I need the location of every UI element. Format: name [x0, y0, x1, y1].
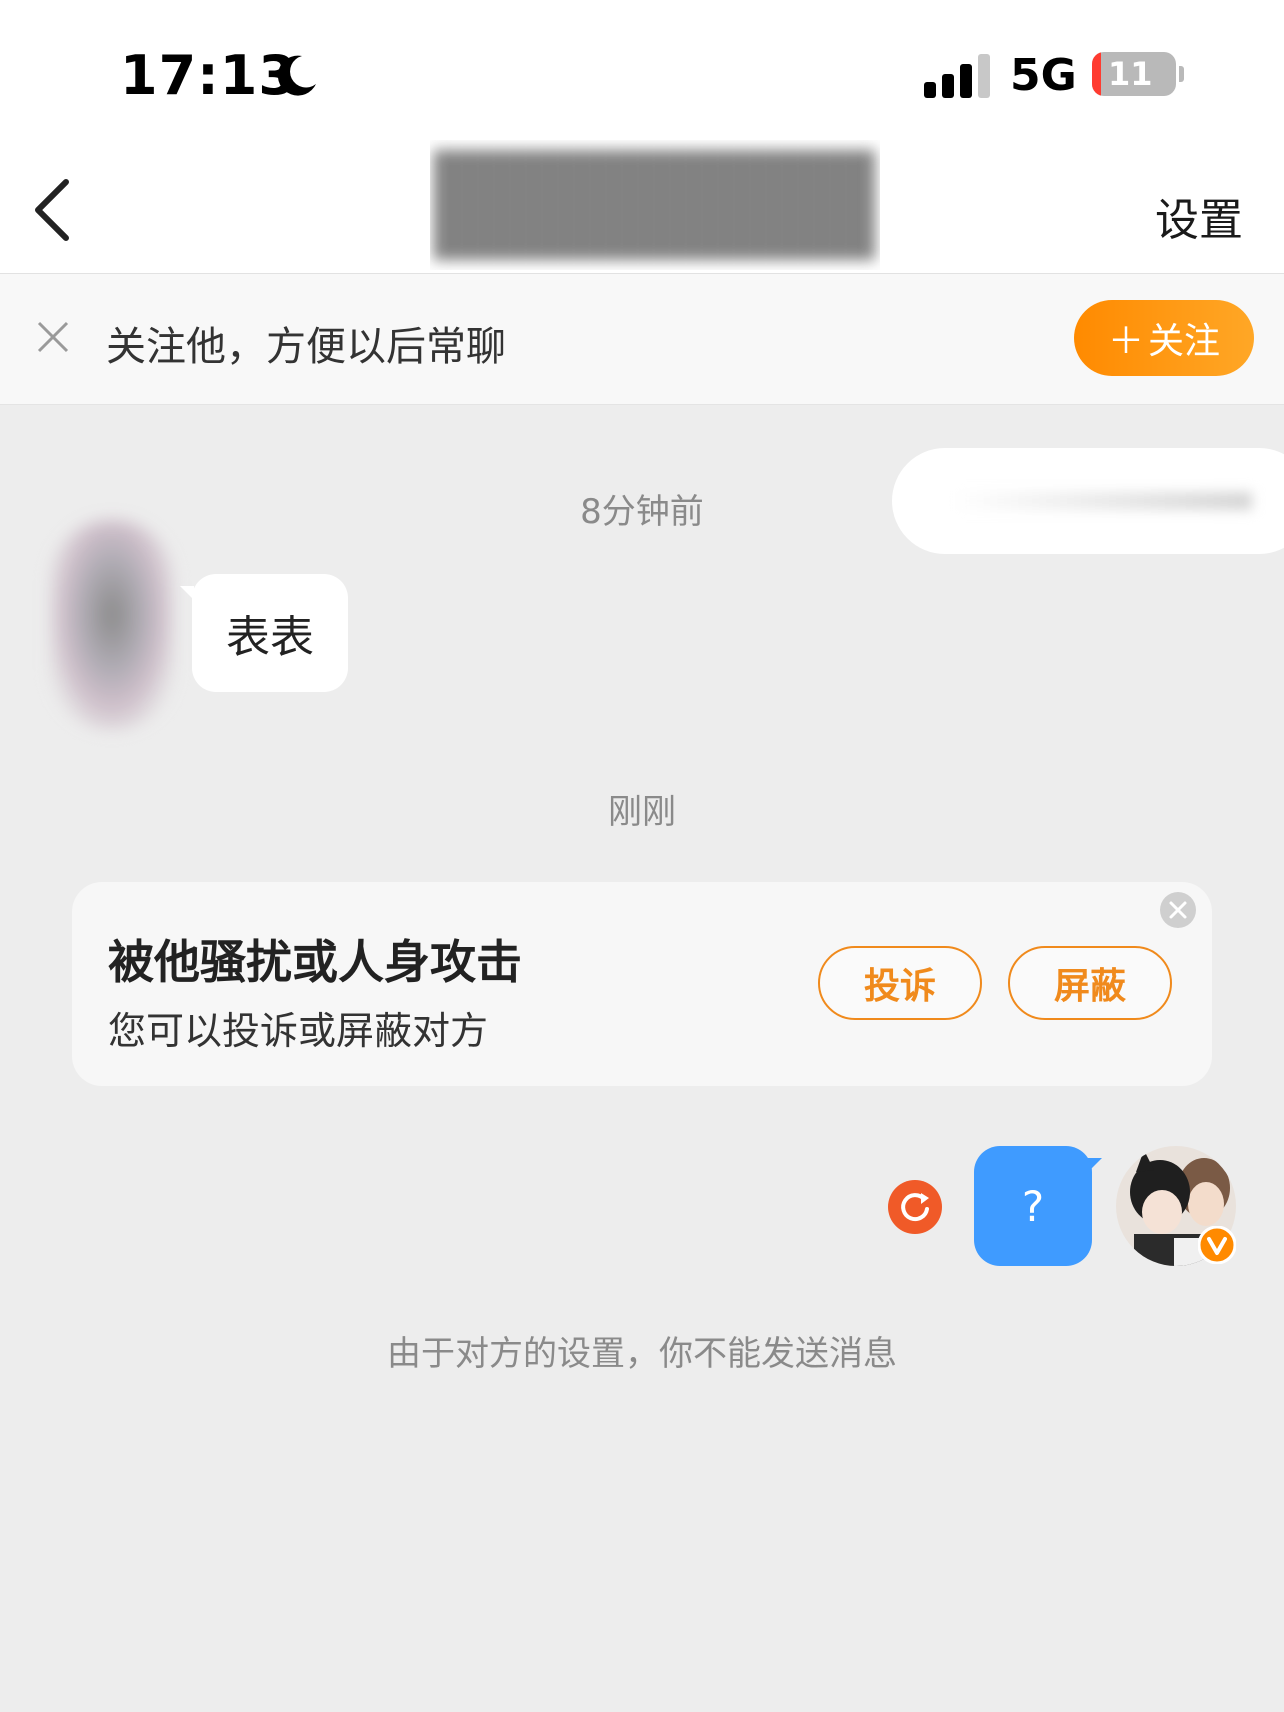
battery-icon: 11 [1092, 52, 1184, 98]
system-notice: 由于对方的设置，你不能发送消息 [387, 1334, 897, 1374]
network-type: 5G [1010, 50, 1077, 101]
conversation-title [430, 140, 880, 270]
close-circle-icon[interactable] [1160, 892, 1196, 928]
timestamp: 8分钟前 [580, 492, 704, 532]
complain-button[interactable]: 投诉 [818, 946, 982, 1020]
follow-prompt-text: 关注他，方便以后常聊 [106, 324, 506, 370]
plus-icon: ＋ [1107, 321, 1144, 362]
timestamp: 刚刚 [608, 792, 676, 832]
received-message-bubble[interactable]: 表表 [192, 574, 348, 692]
status-bar: 17:13 5G 11 [0, 0, 1284, 140]
harassment-report-card: 被他骚扰或人身攻击 您可以投诉或屏蔽对方 投诉 屏蔽 [72, 882, 1212, 1086]
report-card-title: 被他骚扰或人身攻击 [108, 935, 522, 989]
follow-banner: 关注他，方便以后常聊 ＋ 关注 [0, 274, 1284, 405]
close-icon[interactable] [36, 320, 70, 354]
verified-badge-icon [1198, 1226, 1236, 1264]
report-card-subtitle: 您可以投诉或屏蔽对方 [108, 1009, 489, 1053]
chevron-left-icon[interactable] [30, 178, 74, 242]
sent-message-bubble[interactable]: ? [974, 1146, 1092, 1266]
follow-button-label: 关注 [1148, 321, 1221, 362]
redacted-username [435, 150, 875, 260]
avatar[interactable] [50, 520, 174, 730]
block-button[interactable]: 屏蔽 [1008, 946, 1172, 1020]
status-time: 17:13 [120, 44, 297, 107]
settings-button[interactable]: 设置 [1155, 184, 1243, 248]
retry-icon[interactable] [888, 1180, 942, 1234]
follow-button[interactable]: ＋ 关注 [1074, 300, 1254, 376]
signal-icon [924, 54, 990, 98]
battery-level: 11 [1108, 55, 1153, 93]
nav-bar: 设置 [0, 140, 1284, 274]
battery-fill [1092, 52, 1101, 96]
moon-icon [277, 55, 316, 96]
